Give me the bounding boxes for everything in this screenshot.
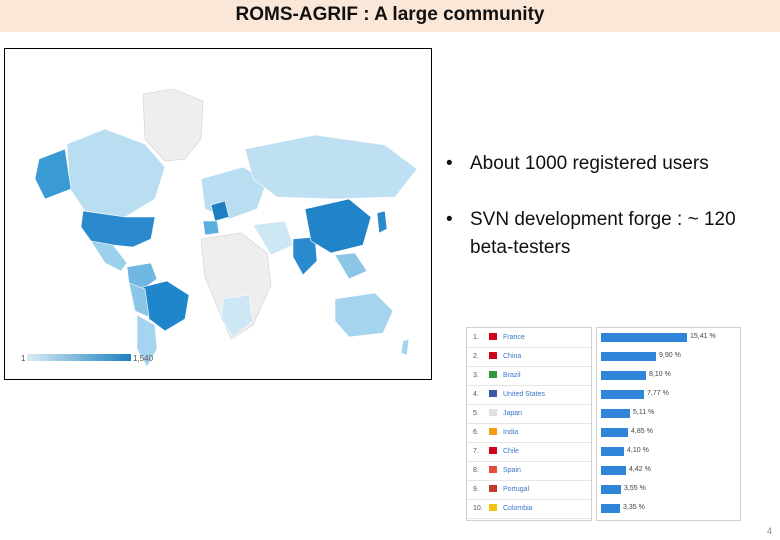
country-link[interactable]: Spain: [503, 467, 521, 474]
flag-icon: [489, 428, 497, 435]
country-bar: [601, 428, 628, 437]
world-map: 1 1,540: [4, 48, 432, 380]
country-bar: [601, 447, 624, 456]
country-bar: [601, 409, 630, 418]
country-bar: [601, 485, 621, 494]
row-rank: 9.: [473, 486, 479, 493]
bullet-text: SVN development forge : ~ 120 beta-teste…: [470, 209, 736, 258]
row-rank: 6.: [473, 429, 479, 436]
percent-label: 4,42 %: [629, 466, 651, 473]
country-link[interactable]: China: [503, 353, 521, 360]
country-link[interactable]: France: [503, 334, 525, 341]
country-bar-chart: 15,41 % 9,90 % 8,10 % 7,77 % 5,11 % 4,85 % 4,1…: [596, 327, 741, 521]
country-bar: [601, 504, 620, 513]
table-row: 3. Brazil: [467, 366, 591, 386]
flag-icon: [489, 485, 497, 492]
country-bar: [601, 466, 626, 475]
country-link[interactable]: Brazil: [503, 372, 521, 379]
country-link[interactable]: Portugal: [503, 486, 529, 493]
country-bar: [601, 333, 687, 342]
table-row: 9. Portugal: [467, 480, 591, 500]
flag-icon: [489, 333, 497, 340]
percent-label: 7,77 %: [647, 390, 669, 397]
table-row: 4. United States: [467, 385, 591, 405]
row-rank: 5.: [473, 410, 479, 417]
row-rank: 8.: [473, 467, 479, 474]
country-table: 1. France 2. China 3. Brazil 4. United States 5.…: [466, 327, 592, 521]
country-bar: [601, 352, 656, 361]
slide-title: ROMS-AGRIF : A large community: [235, 4, 545, 25]
page-number: 4: [766, 526, 772, 536]
map-legend-bar: [27, 354, 131, 361]
flag-icon: [489, 390, 497, 397]
percent-label: 15,41 %: [690, 333, 716, 340]
country-spain: [202, 220, 220, 236]
world-map-graphic: 1 1,540: [5, 49, 431, 379]
percent-label: 9,90 %: [659, 352, 681, 359]
row-rank: 2.: [473, 353, 479, 360]
map-legend-min: 1: [21, 354, 26, 363]
table-row: 8. Spain: [467, 461, 591, 481]
country-japan: [376, 210, 388, 234]
flag-icon: [489, 447, 497, 454]
bullet-text: About 1000 registered users: [470, 153, 709, 174]
country-link[interactable]: Chile: [503, 448, 519, 455]
row-rank: 1.: [473, 334, 479, 341]
bullet-item-users: • About 1000 registered users: [440, 150, 775, 178]
table-row: 2. China: [467, 347, 591, 367]
country-link[interactable]: India: [503, 429, 518, 436]
percent-label: 4,10 %: [627, 447, 649, 454]
flag-icon: [489, 466, 497, 473]
flag-icon: [489, 352, 497, 359]
country-link[interactable]: Japan: [503, 410, 522, 417]
flag-icon: [489, 504, 497, 511]
table-row: 1. France: [467, 328, 591, 348]
row-rank: 10.: [473, 505, 483, 512]
bullet-list: • About 1000 registered users • SVN deve…: [440, 150, 775, 290]
percent-label: 3,55 %: [624, 485, 646, 492]
table-row: 10. Colombia: [467, 499, 591, 519]
flag-icon: [489, 371, 497, 378]
percent-label: 4,85 %: [631, 428, 653, 435]
percent-label: 3,35 %: [623, 504, 645, 511]
bullet-dot-icon: •: [446, 209, 453, 230]
table-row: 7. Chile: [467, 442, 591, 462]
country-bar: [601, 371, 646, 380]
flag-icon: [489, 409, 497, 416]
row-rank: 4.: [473, 391, 479, 398]
country-link[interactable]: United States: [503, 391, 545, 398]
table-row: 5. Japan: [467, 404, 591, 424]
bullet-item-svn: • SVN development forge : ~ 120 beta-tes…: [440, 206, 775, 262]
row-rank: 3.: [473, 372, 479, 379]
map-legend-max: 1,540: [133, 354, 154, 363]
country-link[interactable]: Colombia: [503, 505, 533, 512]
percent-label: 8,10 %: [649, 371, 671, 378]
table-row: 6. India: [467, 423, 591, 443]
bullet-dot-icon: •: [446, 153, 453, 174]
row-rank: 7.: [473, 448, 479, 455]
percent-label: 5,11 %: [633, 409, 655, 416]
country-bar: [601, 390, 644, 399]
